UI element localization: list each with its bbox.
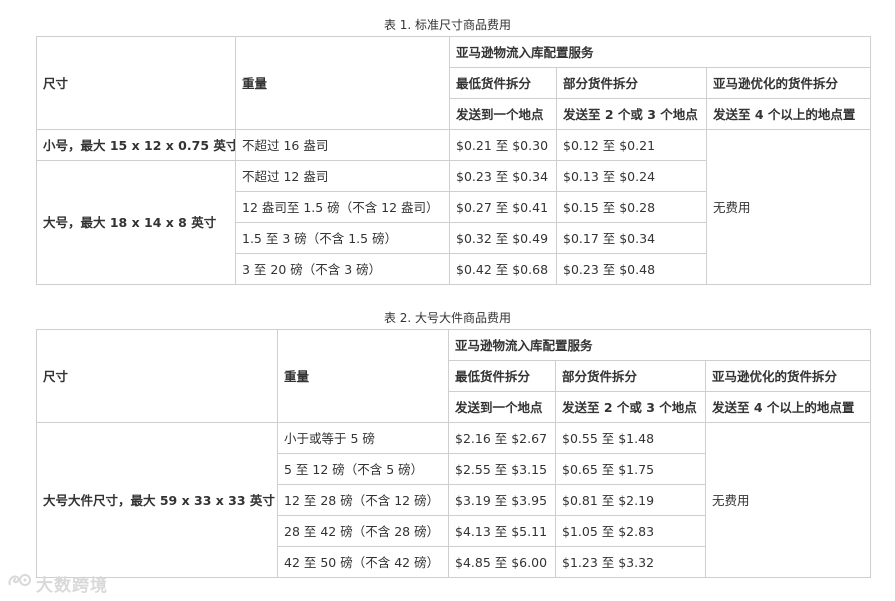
table2-one-location-header: 发送到一个地点 bbox=[448, 391, 556, 423]
table-row: 大号大件尺寸，最大 59 x 33 x 33 英寸 小于或等于 5 磅 $2.1… bbox=[36, 422, 871, 578]
table2-header-row-1: 尺寸 重量 亚马逊物流入库配置服务 bbox=[36, 329, 871, 423]
min-split-cell: $0.27 至 $0.41 bbox=[449, 191, 557, 223]
table-row: 小号，最大 15 x 12 x 0.75 英寸 不超过 16 盎司 $0.21 … bbox=[36, 129, 871, 285]
table1-one-location-header: 发送到一个地点 bbox=[449, 98, 557, 130]
min-split-cell: $2.16 至 $2.67 bbox=[448, 422, 556, 454]
watermark-text: 大数跨境 bbox=[36, 575, 108, 596]
table2-size-header: 尺寸 bbox=[36, 329, 278, 423]
partial-split-cell: $0.81 至 $2.19 bbox=[555, 484, 706, 516]
min-split-cell: $2.55 至 $3.15 bbox=[448, 453, 556, 485]
partial-split-cell: $0.65 至 $1.75 bbox=[555, 453, 706, 485]
table2-four-plus-header: 发送至 4 个以上的地点置 bbox=[705, 391, 871, 423]
min-split-cell: $4.13 至 $5.11 bbox=[448, 515, 556, 547]
partial-split-cell: $0.23 至 $0.48 bbox=[556, 253, 707, 285]
table1-min-split-header: 最低货件拆分 bbox=[449, 67, 557, 99]
optimized-split-cell: 无费用 bbox=[705, 422, 871, 578]
size-cell: 大号大件尺寸，最大 59 x 33 x 33 英寸 bbox=[36, 422, 278, 578]
partial-split-cell: $0.55 至 $1.48 bbox=[555, 422, 706, 454]
weight-cell: 12 至 28 磅（不含 12 磅） bbox=[277, 484, 449, 516]
weight-cell: 12 盎司至 1.5 磅（不含 12 盎司） bbox=[235, 191, 450, 223]
weight-cell: 42 至 50 磅（不含 42 磅） bbox=[277, 546, 449, 578]
table2-partial-split-header: 部分货件拆分 bbox=[555, 360, 706, 392]
partial-split-cell: $0.13 至 $0.24 bbox=[556, 160, 707, 192]
min-split-cell: $3.19 至 $3.95 bbox=[448, 484, 556, 516]
table2-caption: 表 2. 大号大件商品费用 bbox=[383, 311, 512, 325]
min-split-cell: $0.42 至 $0.68 bbox=[449, 253, 557, 285]
table2-min-split-header: 最低货件拆分 bbox=[448, 360, 556, 392]
table2-service-header: 亚马逊物流入库配置服务 bbox=[448, 329, 871, 361]
weight-cell: 3 至 20 磅（不含 3 磅） bbox=[235, 253, 450, 285]
table1-header-row-1: 尺寸 重量 亚马逊物流入库配置服务 bbox=[36, 36, 871, 130]
logo-icon bbox=[6, 571, 36, 596]
table1-four-plus-header: 发送至 4 个以上的地点置 bbox=[706, 98, 871, 130]
min-split-cell: $0.21 至 $0.30 bbox=[449, 129, 557, 161]
table1-weight-header: 重量 bbox=[235, 36, 450, 130]
min-split-cell: $0.23 至 $0.34 bbox=[449, 160, 557, 192]
weight-cell: 不超过 16 盎司 bbox=[235, 129, 450, 161]
table2-two-three-header: 发送至 2 个或 3 个地点 bbox=[555, 391, 706, 423]
table2: 尺寸 重量 亚马逊物流入库配置服务 最低货件拆分 部分货件拆分 亚马逊优化的货件… bbox=[36, 329, 871, 578]
table1-service-header: 亚马逊物流入库配置服务 bbox=[449, 36, 871, 68]
table1-optimized-split-header: 亚马逊优化的货件拆分 bbox=[706, 67, 871, 99]
table1-two-three-header: 发送至 2 个或 3 个地点 bbox=[556, 98, 707, 130]
min-split-cell: $0.32 至 $0.49 bbox=[449, 222, 557, 254]
watermark: 大数跨境 bbox=[6, 571, 108, 596]
size-cell: 小号，最大 15 x 12 x 0.75 英寸 bbox=[36, 129, 236, 161]
weight-cell: 不超过 12 盎司 bbox=[235, 160, 450, 192]
weight-cell: 28 至 42 磅（不含 28 磅） bbox=[277, 515, 449, 547]
weight-cell: 5 至 12 磅（不含 5 磅） bbox=[277, 453, 449, 485]
table2-weight-header: 重量 bbox=[277, 329, 449, 423]
table1-partial-split-header: 部分货件拆分 bbox=[556, 67, 707, 99]
optimized-split-cell: 无费用 bbox=[706, 129, 871, 285]
weight-cell: 1.5 至 3 磅（不含 1.5 磅） bbox=[235, 222, 450, 254]
min-split-cell: $4.85 至 $6.00 bbox=[448, 546, 556, 578]
table2-optimized-split-header: 亚马逊优化的货件拆分 bbox=[705, 360, 871, 392]
table1-size-header: 尺寸 bbox=[36, 36, 236, 130]
table1-caption: 表 1. 标准尺寸商品费用 bbox=[383, 18, 512, 32]
partial-split-cell: $1.05 至 $2.83 bbox=[555, 515, 706, 547]
partial-split-cell: $1.23 至 $3.32 bbox=[555, 546, 706, 578]
weight-cell: 小于或等于 5 磅 bbox=[277, 422, 449, 454]
size-cell: 大号，最大 18 x 14 x 8 英寸 bbox=[36, 160, 236, 285]
partial-split-cell: $0.15 至 $0.28 bbox=[556, 191, 707, 223]
partial-split-cell: $0.17 至 $0.34 bbox=[556, 222, 707, 254]
table1: 尺寸 重量 亚马逊物流入库配置服务 最低货件拆分 部分货件拆分 亚马逊优化的货件… bbox=[36, 36, 871, 285]
partial-split-cell: $0.12 至 $0.21 bbox=[556, 129, 707, 161]
